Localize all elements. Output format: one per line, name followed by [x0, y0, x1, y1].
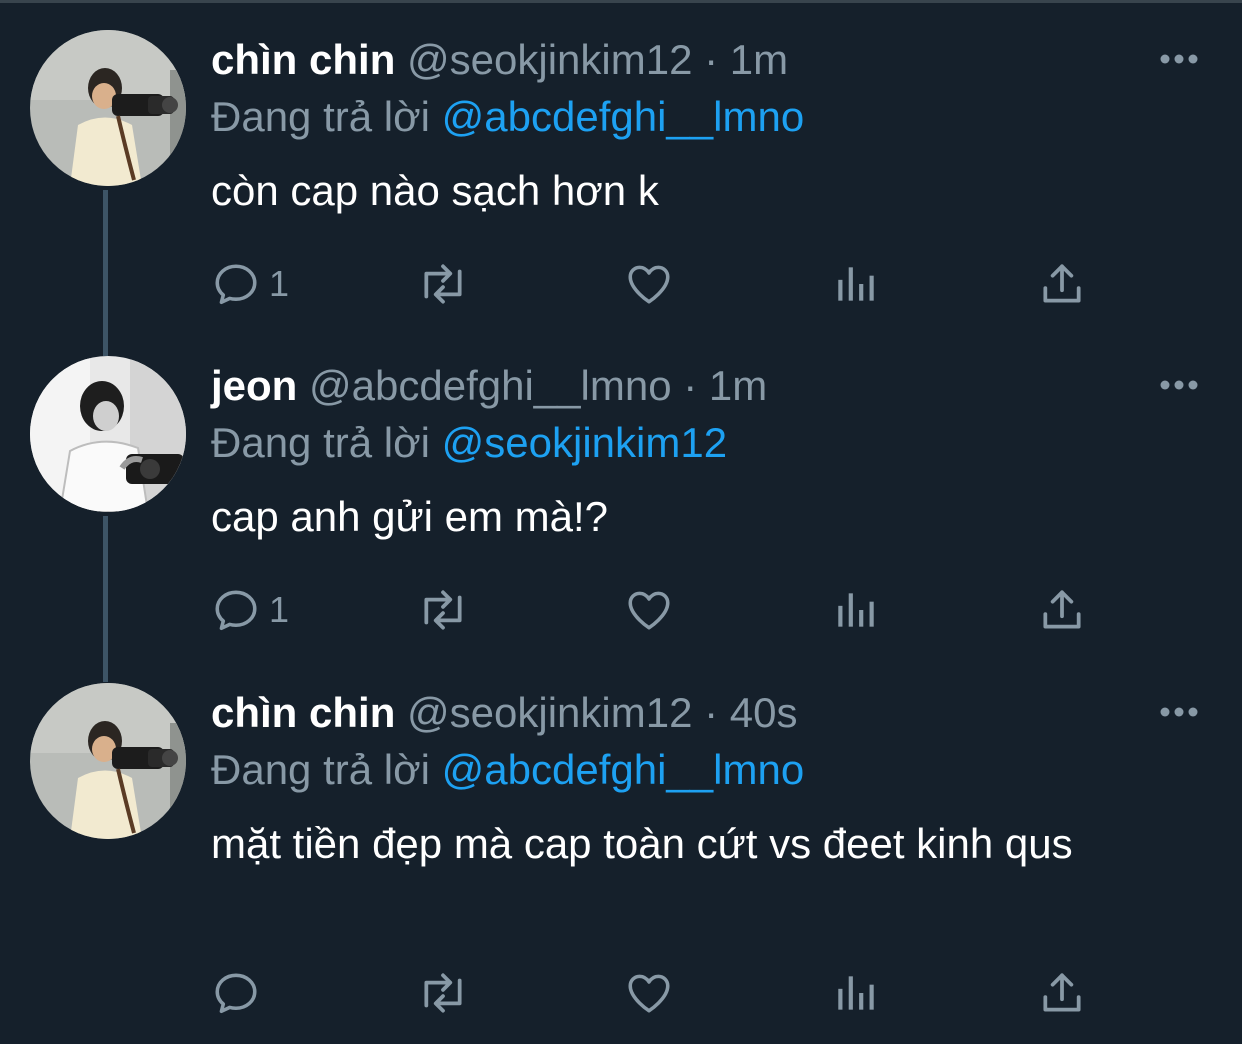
more-icon	[1160, 54, 1198, 64]
retweet-icon	[424, 973, 462, 1013]
like-button[interactable]	[624, 584, 674, 636]
replying-to-mention[interactable]: @abcdefghi__lmno	[442, 746, 805, 793]
avatar[interactable]	[30, 356, 186, 512]
separator-dot: ·	[704, 36, 719, 83]
retweet-button[interactable]	[415, 584, 471, 636]
retweet-icon	[424, 264, 462, 304]
replying-to-mention[interactable]: @seokjinkim12	[442, 419, 727, 466]
replying-to-label: Đang trả lời	[211, 419, 430, 466]
more-icon	[1160, 380, 1198, 390]
analytics-button[interactable]	[831, 584, 881, 636]
retweet-button[interactable]	[415, 967, 471, 1019]
like-button[interactable]	[624, 967, 674, 1019]
display-name[interactable]: jeon	[211, 362, 297, 409]
like-icon	[628, 265, 670, 304]
tweet-header: chìn chin @seokjinkim12 · 1m	[211, 34, 788, 86]
reply-icon	[215, 264, 257, 305]
like-icon	[628, 974, 670, 1013]
analytics-icon	[838, 593, 874, 627]
tweet-header: jeon @abcdefghi__lmno · 1m	[211, 360, 767, 412]
replying-to-line: Đang trả lời @abcdefghi__lmno	[211, 91, 804, 143]
tweet-header: chìn chin @seokjinkim12 · 40s	[211, 687, 798, 739]
analytics-icon	[838, 976, 874, 1010]
reply-icon	[215, 973, 257, 1014]
retweet-button[interactable]	[415, 258, 471, 310]
avatar[interactable]	[30, 683, 186, 839]
avatar[interactable]	[30, 30, 186, 186]
action-bar: 1	[211, 258, 1111, 310]
replying-to-line: Đang trả lời @abcdefghi__lmno	[211, 744, 804, 796]
action-bar: 1	[211, 584, 1111, 636]
reply-button[interactable]: 1	[211, 258, 289, 310]
more-options-button[interactable]	[1152, 697, 1206, 727]
display-name[interactable]: chìn chin	[211, 689, 395, 736]
separator-dot: ·	[704, 689, 719, 736]
user-handle[interactable]: @abcdefghi__lmno	[309, 362, 672, 409]
analytics-icon	[838, 267, 874, 301]
reply-icon	[215, 590, 257, 631]
tweet[interactable]: jeon @abcdefghi__lmno · 1m Đang trả lời …	[0, 326, 1242, 656]
timestamp[interactable]: 1m	[709, 362, 767, 409]
separator-dot: ·	[683, 362, 698, 409]
user-handle[interactable]: @seokjinkim12	[407, 36, 692, 83]
tweet[interactable]: chìn chin @seokjinkim12 · 40s Đang trả l…	[0, 653, 1242, 1044]
share-icon	[1043, 590, 1081, 629]
analytics-button[interactable]	[831, 258, 881, 310]
reply-button[interactable]: 1	[211, 584, 289, 636]
display-name[interactable]: chìn chin	[211, 36, 395, 83]
analytics-button[interactable]	[831, 967, 881, 1019]
share-button[interactable]	[1037, 258, 1087, 310]
share-button[interactable]	[1037, 584, 1087, 636]
like-button[interactable]	[624, 258, 674, 310]
reply-count: 1	[269, 263, 290, 304]
more-options-button[interactable]	[1152, 370, 1206, 400]
share-button[interactable]	[1037, 967, 1087, 1019]
timestamp[interactable]: 40s	[730, 689, 798, 736]
user-handle[interactable]: @seokjinkim12	[407, 689, 692, 736]
tweet-text: cap anh gửi em mà!?	[211, 493, 608, 540]
share-icon	[1043, 973, 1081, 1012]
share-icon	[1043, 264, 1081, 303]
replying-to-label: Đang trả lời	[211, 93, 430, 140]
replying-to-label: Đang trả lời	[211, 746, 430, 793]
action-bar	[211, 967, 1111, 1019]
reply-button[interactable]	[211, 967, 269, 1019]
more-icon	[1160, 707, 1198, 717]
replying-to-line: Đang trả lời @seokjinkim12	[211, 417, 727, 469]
replying-to-mention[interactable]: @abcdefghi__lmno	[442, 93, 805, 140]
more-options-button[interactable]	[1152, 44, 1206, 74]
timestamp[interactable]: 1m	[730, 36, 788, 83]
tweet-text: mặt tiền đẹp mà cap toàn cứt vs đeet kin…	[211, 820, 1073, 867]
retweet-icon	[424, 590, 462, 630]
tweet-text: còn cap nào sạch hơn k	[211, 167, 659, 214]
reply-count: 1	[269, 589, 290, 630]
like-icon	[628, 591, 670, 630]
tweet[interactable]: chìn chin @seokjinkim12 · 1m Đang trả lờ…	[0, 0, 1242, 330]
